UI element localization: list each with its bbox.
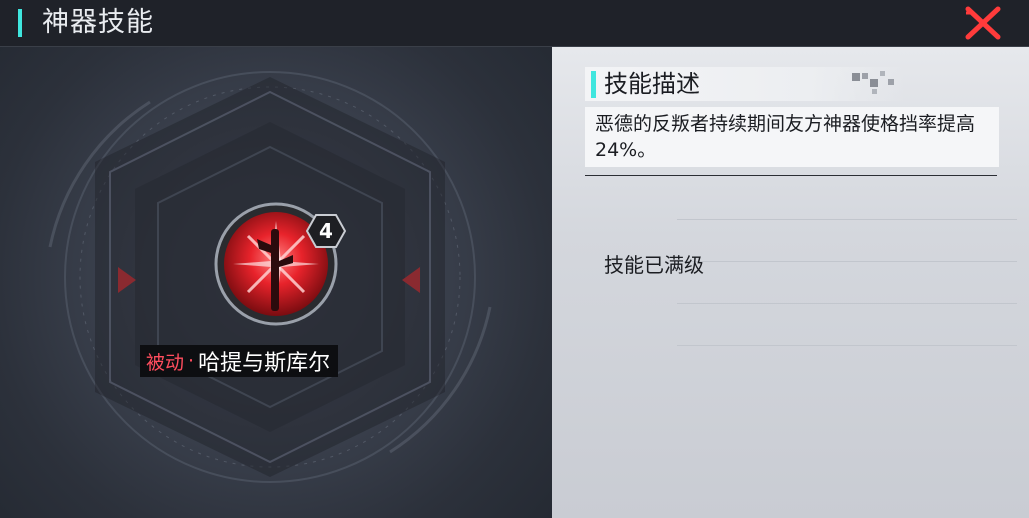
- title-bar: 神器技能: [0, 0, 1029, 47]
- background-row: [677, 177, 1017, 220]
- pixel-decoration-graphic: [852, 71, 894, 94]
- page-title: 神器技能: [42, 7, 154, 38]
- skill-name: 哈提与斯库尔: [198, 351, 331, 376]
- skill-name-label: 被动 · 哈提与斯库尔: [140, 345, 339, 377]
- skill-max-level-status: 技能已满级: [604, 253, 704, 277]
- skill-emblem-panel: 4 被动 · 哈提与斯库尔: [0, 47, 552, 518]
- description-accent-bar: [591, 71, 596, 98]
- skill-separator: ·: [188, 350, 195, 372]
- skill-description-text: 恶德的反叛者持续期间友方神器使格挡率提高24%。: [595, 113, 976, 161]
- skill-type-label: 被动: [146, 351, 185, 374]
- close-x-icon: [965, 6, 1001, 40]
- description-panel: 技能描述 恶德的反叛者持续期间友方神器使格挡率提高24%。 技能已满级: [552, 47, 1029, 518]
- title-accent-bar: [18, 9, 22, 37]
- background-row: [677, 219, 1017, 262]
- background-row: [677, 261, 1017, 304]
- divider: [585, 175, 997, 176]
- close-button[interactable]: [960, 4, 1006, 42]
- skill-level-value: 4: [319, 219, 333, 243]
- background-row: [677, 303, 1017, 346]
- description-title: 技能描述: [604, 70, 700, 98]
